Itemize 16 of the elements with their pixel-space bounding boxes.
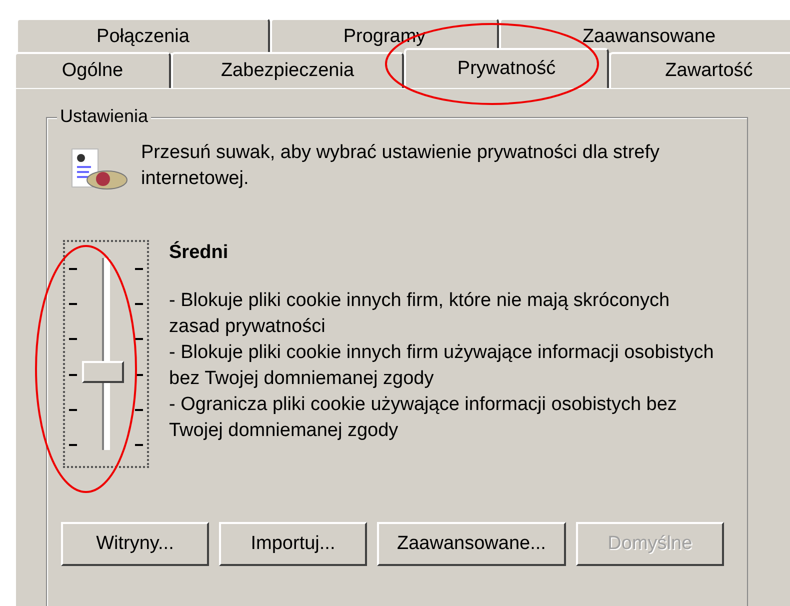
- dialog-button[interactable]: Importuj...: [219, 522, 367, 566]
- tab[interactable]: Zawartość: [609, 52, 790, 88]
- level-description: - Ogranicza pliki cookie używające informacji osobistych bez Twojej domniemanej zgody: [169, 393, 678, 443]
- tab[interactable]: Zabezpieczenia: [171, 52, 404, 88]
- privacy-slider[interactable]: [63, 240, 149, 468]
- tab[interactable]: Połączenia: [16, 18, 270, 53]
- slider-thumb[interactable]: [82, 361, 124, 384]
- level-description: - Blokuje pliki cookie innych firm używające informacji osobistych bez Twojej domniemanej zgody: [169, 341, 714, 391]
- tab[interactable]: Zaawansowane: [499, 18, 790, 53]
- description-text: Przesuń suwak, aby wybrać ustawienie prywatności dla strefy internetowej.: [141, 141, 661, 191]
- level-description: - Blokuje pliki cookie innych firm, które nie mają skróconych zasad prywatności: [169, 289, 671, 339]
- dialog-button[interactable]: Witryny...: [61, 522, 209, 566]
- level-name: Średni: [169, 242, 230, 264]
- tab[interactable]: Prywatność: [404, 48, 609, 88]
- dialog-button[interactable]: Zaawansowane...: [377, 522, 566, 566]
- tab[interactable]: Ogólne: [14, 52, 171, 88]
